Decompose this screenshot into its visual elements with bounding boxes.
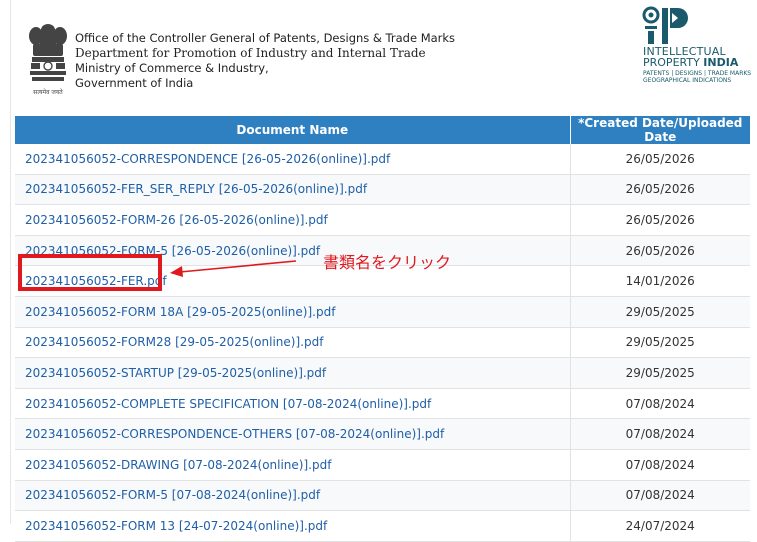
document-name-cell: 202341056052-CORRESPONDENCE [26-05-2026(… [15, 144, 571, 175]
document-name-cell: 202341056052-CORRESPONDENCE-OTHERS [07-0… [15, 418, 571, 450]
table-row: 202341056052-FORM-26 [26-05-2026(online)… [15, 204, 750, 236]
ip-india-line2: PROPERTY INDIA [643, 56, 739, 69]
column-header-document-name[interactable]: Document Name [15, 116, 571, 144]
document-date-cell: 07/08/2024 [570, 418, 750, 450]
column-header-created-date[interactable]: *Created Date/Uploaded Date [570, 116, 750, 144]
documents-table: Document Name *Created Date/Uploaded Dat… [15, 116, 750, 542]
document-name-cell: 202341056052-DRAWING [07-08-2024(online)… [15, 449, 571, 481]
document-link[interactable]: 202341056052-FORM-5 [07-08-2024(online)]… [25, 488, 320, 502]
org-line-office: Office of the Controller General of Pate… [75, 31, 456, 45]
document-date-cell: 26/05/2026 [570, 204, 750, 236]
document-date-cell: 29/05/2025 [570, 296, 750, 328]
document-date-cell: 26/05/2026 [570, 144, 750, 175]
document-date-cell: 14/01/2026 [570, 265, 750, 297]
page-header: सत्यमेव जयते Office of the Controller Ge… [0, 0, 757, 112]
document-date-cell: 24/07/2024 [570, 510, 750, 542]
table-row: 202341056052-DRAWING [07-08-2024(online)… [15, 449, 750, 481]
ip-india-mark-icon [642, 6, 688, 44]
document-link[interactable]: 202341056052-CORRESPONDENCE-OTHERS [07-0… [25, 427, 444, 441]
document-name-cell: 202341056052-FORM28 [29-05-2025(online)]… [15, 327, 571, 359]
table-row: 202341056052-CORRESPONDENCE [26-05-2026(… [15, 144, 750, 175]
document-link[interactable]: 202341056052-FORM 13 [24-07-2024(online)… [25, 519, 327, 533]
table-row: 202341056052-FORM-5 [07-08-2024(online)]… [15, 480, 750, 512]
table-row: 202341056052-CORRESPONDENCE-OTHERS [07-0… [15, 418, 750, 450]
document-date-cell: 26/05/2026 [570, 174, 750, 206]
org-line-ministry: Ministry of Commerce & Industry, [75, 61, 269, 75]
ip-india-sub1: PATENTS | DESIGNS | TRADE MARKS [643, 70, 752, 77]
annotation-arrow-icon [170, 260, 297, 277]
document-date-cell: 07/08/2024 [570, 449, 750, 481]
ip-india-sub2: GEOGRAPHICAL INDICATIONS [643, 77, 732, 84]
table-header-row: Document Name *Created Date/Uploaded Dat… [15, 116, 750, 144]
organization-block: Office of the Controller General of Pate… [75, 31, 455, 91]
document-link[interactable]: 202341056052-CORRESPONDENCE [26-05-2026(… [25, 152, 390, 166]
org-line-department: Department for Promotion of Industry and… [75, 46, 426, 60]
document-date-cell: 26/05/2026 [570, 235, 750, 267]
document-name-cell: 202341056052-STARTUP [29-05-2025(online)… [15, 357, 571, 389]
document-link[interactable]: 202341056052-DRAWING [07-08-2024(online)… [25, 458, 331, 472]
document-date-cell: 29/05/2025 [570, 327, 750, 359]
table-row: 202341056052-FER_SER_REPLY [26-05-2026(o… [15, 174, 750, 206]
table-row: 202341056052-FORM 13 [24-07-2024(online)… [15, 510, 750, 542]
document-link[interactable]: 202341056052-FORM 18A [29-05-2025(online… [25, 305, 335, 319]
document-date-cell: 07/08/2024 [570, 480, 750, 512]
table-row: 202341056052-FORM28 [29-05-2025(online)]… [15, 327, 750, 359]
ip-india-logo: INTELLECTUAL PROPERTY INDIA PATENTS | DE… [642, 6, 752, 86]
org-line-government: Government of India [75, 76, 194, 90]
document-name-cell: 202341056052-FORM 13 [24-07-2024(online)… [15, 510, 571, 542]
document-link[interactable]: 202341056052-FORM-26 [26-05-2026(online)… [25, 213, 328, 227]
emblem-motto: सत्यमेव जयते [33, 88, 63, 96]
annotation-highlight-box [18, 254, 162, 291]
document-date-cell: 07/08/2024 [570, 388, 750, 420]
national-emblem-icon: सत्यमेव जयते [29, 24, 67, 96]
document-name-cell: 202341056052-COMPLETE SPECIFICATION [07-… [15, 388, 571, 420]
table-row: 202341056052-FORM 18A [29-05-2025(online… [15, 296, 750, 328]
document-link[interactable]: 202341056052-COMPLETE SPECIFICATION [07-… [25, 397, 431, 411]
document-name-cell: 202341056052-FORM-26 [26-05-2026(online)… [15, 204, 571, 236]
document-date-cell: 29/05/2025 [570, 357, 750, 389]
document-link[interactable]: 202341056052-FORM28 [29-05-2025(online)]… [25, 335, 323, 349]
document-name-cell: 202341056052-FORM-5 [07-08-2024(online)]… [15, 480, 571, 512]
document-link[interactable]: 202341056052-FER_SER_REPLY [26-05-2026(o… [25, 182, 367, 196]
table-row: 202341056052-COMPLETE SPECIFICATION [07-… [15, 388, 750, 420]
document-name-cell: 202341056052-FER_SER_REPLY [26-05-2026(o… [15, 174, 571, 206]
document-link[interactable]: 202341056052-STARTUP [29-05-2025(online)… [25, 366, 326, 380]
document-name-cell: 202341056052-FORM 18A [29-05-2025(online… [15, 296, 571, 328]
annotation-label: 書類名をクリック [323, 253, 452, 272]
table-row: 202341056052-STARTUP [29-05-2025(online)… [15, 357, 750, 389]
